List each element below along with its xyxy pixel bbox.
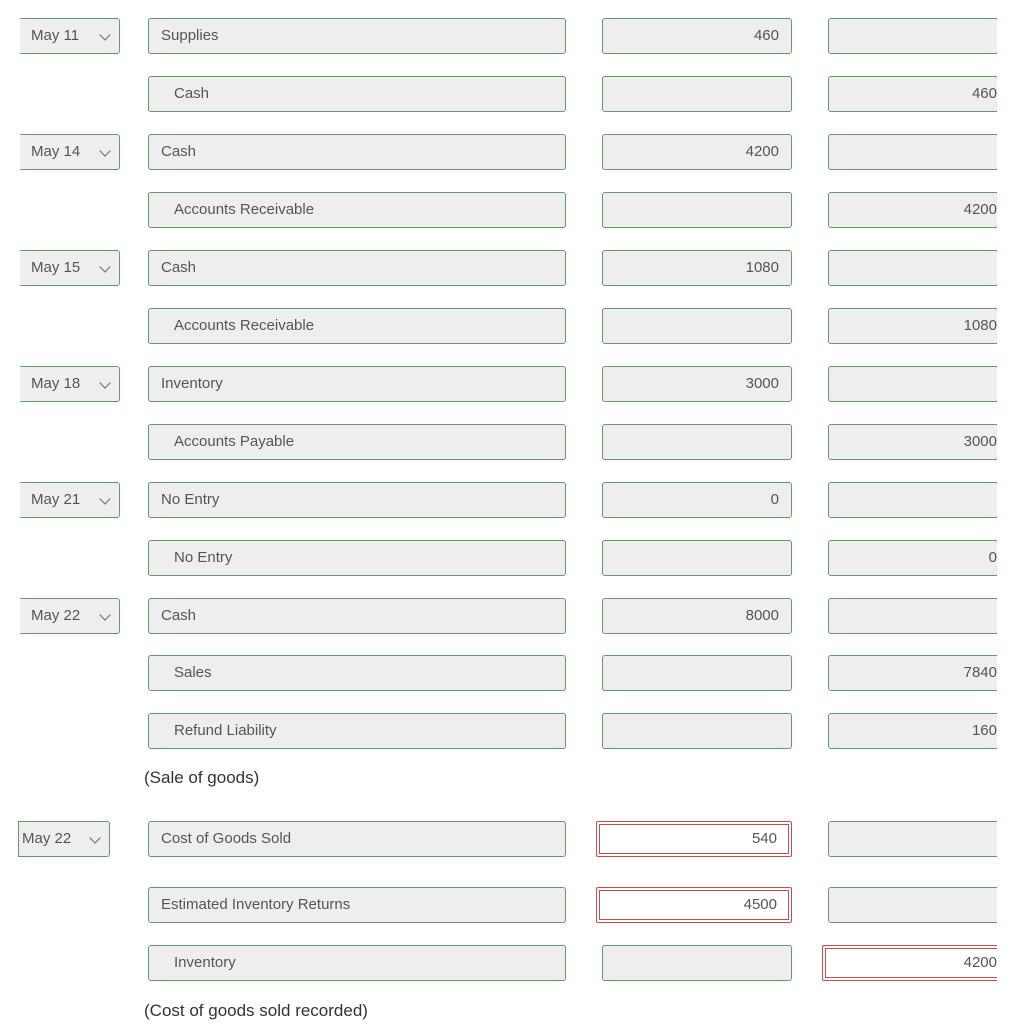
debit-input[interactable] [602, 308, 792, 344]
debit-input[interactable]: 3000 [602, 366, 792, 402]
account-input[interactable]: Accounts Receivable [148, 192, 566, 228]
debit-input[interactable] [602, 655, 792, 691]
credit-input[interactable] [828, 134, 997, 170]
date-value: May 22 [31, 607, 81, 624]
chevron-down-icon [99, 145, 111, 157]
credit-input[interactable]: 3000 [828, 424, 997, 460]
account-input[interactable]: Cash [148, 76, 566, 112]
debit-input[interactable] [602, 76, 792, 112]
date-value: May 21 [31, 491, 81, 508]
credit-input[interactable] [828, 366, 997, 402]
credit-input[interactable]: 0 [828, 540, 997, 576]
date-select[interactable]: May 18 [20, 366, 120, 402]
credit-input[interactable] [828, 18, 997, 54]
debit-input[interactable]: 8000 [602, 598, 792, 634]
date-select[interactable]: May 22 [20, 598, 120, 634]
debit-input[interactable] [602, 424, 792, 460]
credit-input[interactable]: 4200 [822, 945, 997, 981]
chevron-down-icon [99, 493, 111, 505]
date-select[interactable]: May 14 [20, 134, 120, 170]
entry-note: (Cost of goods sold recorded) [144, 1001, 368, 1020]
credit-input[interactable] [828, 598, 997, 634]
credit-input[interactable] [828, 821, 997, 857]
account-input[interactable]: No Entry [148, 540, 566, 576]
debit-input[interactable] [602, 713, 792, 749]
account-input[interactable]: Cash [148, 134, 566, 170]
date-select[interactable]: May 11 [20, 18, 120, 54]
debit-input[interactable]: 540 [596, 821, 792, 857]
account-input[interactable]: Accounts Receivable [148, 308, 566, 344]
account-input[interactable]: Refund Liability [148, 713, 566, 749]
chevron-down-icon [89, 832, 101, 844]
credit-input[interactable]: 7840 [828, 655, 997, 691]
date-value: May 18 [31, 375, 81, 392]
account-input[interactable]: Cash [148, 598, 566, 634]
chevron-down-icon [99, 29, 111, 41]
credit-input[interactable] [828, 250, 997, 286]
account-input[interactable]: Sales [148, 655, 566, 691]
chevron-down-icon [99, 261, 111, 273]
chevron-down-icon [99, 609, 111, 621]
debit-input[interactable]: 4200 [602, 134, 792, 170]
journal-entry-form: May 11 Supplies 460 Cash 460 May 14 Cash 4200 Ac… [0, 0, 997, 1024]
account-input[interactable]: Cash [148, 250, 566, 286]
debit-input[interactable]: 1080 [602, 250, 792, 286]
credit-input[interactable] [828, 482, 997, 518]
chevron-down-icon [99, 377, 111, 389]
account-input[interactable]: Estimated Inventory Returns [148, 887, 566, 923]
credit-input[interactable] [828, 887, 997, 923]
date-select[interactable]: May 21 [20, 482, 120, 518]
debit-input[interactable]: 4500 [596, 887, 792, 923]
account-input[interactable]: Inventory [148, 945, 566, 981]
account-input[interactable]: No Entry [148, 482, 566, 518]
account-input[interactable]: Inventory [148, 366, 566, 402]
debit-input[interactable] [602, 540, 792, 576]
date-value: May 11 [31, 27, 80, 44]
credit-input[interactable]: 4200 [828, 192, 997, 228]
debit-input[interactable]: 0 [602, 482, 792, 518]
credit-input[interactable]: 460 [828, 76, 997, 112]
account-input[interactable]: Accounts Payable [148, 424, 566, 460]
credit-input[interactable]: 1080 [828, 308, 997, 344]
entry-note: (Sale of goods) [144, 768, 260, 787]
debit-input[interactable] [602, 945, 792, 981]
date-value: May 22 [22, 830, 72, 847]
account-input[interactable]: Cost of Goods Sold [148, 821, 566, 857]
debit-input[interactable]: 460 [602, 18, 792, 54]
date-value: May 14 [31, 143, 81, 160]
date-select[interactable]: May 15 [20, 250, 120, 286]
date-value: May 15 [31, 259, 81, 276]
credit-input[interactable]: 160 [828, 713, 997, 749]
account-input[interactable]: Supplies [148, 18, 566, 54]
date-select[interactable]: May 22 [18, 821, 110, 857]
debit-input[interactable] [602, 192, 792, 228]
